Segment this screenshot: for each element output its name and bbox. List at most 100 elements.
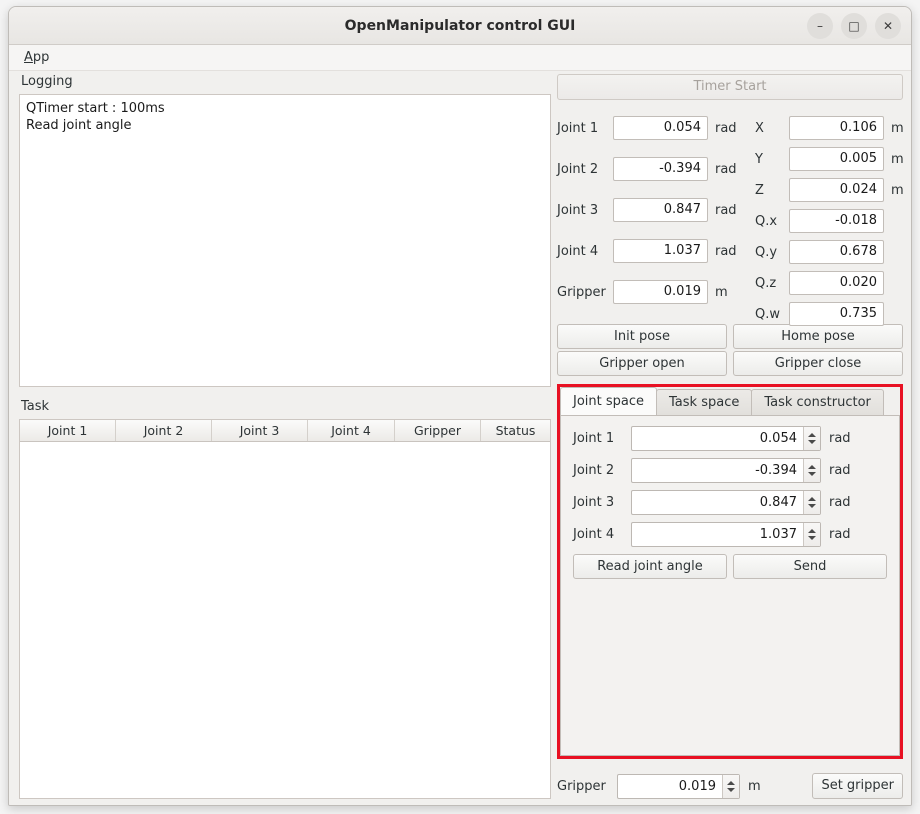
spin-input-joint-3[interactable]: 0.847	[631, 490, 821, 515]
timer-start-button[interactable]: Timer Start	[557, 74, 903, 100]
readout-label-qy: Q.y	[755, 245, 789, 260]
spin-row-joint-1: Joint 1 0.054 rad	[573, 426, 887, 451]
readout-value-gripper: 0.019	[613, 280, 708, 304]
tab-task-constructor[interactable]: Task constructor	[751, 389, 884, 415]
read-joint-angle-button[interactable]: Read joint angle	[573, 554, 727, 579]
home-pose-button[interactable]: Home pose	[733, 324, 903, 349]
chevron-down-icon[interactable]	[808, 536, 816, 540]
tab-joint-space[interactable]: Joint space	[560, 387, 657, 415]
spinner-gripper[interactable]	[722, 775, 739, 798]
spin-value-joint-4: 1.037	[632, 527, 803, 542]
minimize-icon[interactable]: –	[807, 13, 833, 39]
spin-input-joint-4[interactable]: 1.037	[631, 522, 821, 547]
main-content: Logging QTimer start : 100ms Read joint …	[9, 71, 911, 806]
chevron-up-icon[interactable]	[727, 781, 735, 785]
pose-button-row-1: Init pose Home pose	[557, 324, 903, 349]
gripper-value-input[interactable]: 0.019	[617, 774, 740, 799]
spinner-joint-1[interactable]	[803, 427, 820, 450]
readout-value-z: 0.024	[789, 178, 884, 202]
spin-label-joint-2: Joint 2	[573, 463, 631, 478]
chevron-down-icon[interactable]	[808, 440, 816, 444]
title-bar: OpenManipulator control GUI – □ ✕	[9, 7, 911, 45]
logging-output[interactable]: QTimer start : 100ms Read joint angle	[19, 94, 551, 387]
readout-label-joint-3: Joint 3	[557, 203, 613, 218]
readout-unit-joint-2: rad	[715, 162, 737, 177]
readout-label-joint-1: Joint 1	[557, 121, 613, 136]
column-header-joint-4[interactable]: Joint 4	[308, 420, 395, 441]
gripper-close-button[interactable]: Gripper close	[733, 351, 903, 376]
chevron-up-icon[interactable]	[808, 529, 816, 533]
readout-row-joint-2: Joint 2 -0.394 rad	[557, 157, 737, 181]
right-panel: Timer Start Joint 1 0.054 rad Joint 2 -0…	[557, 74, 903, 802]
spin-value-joint-2: -0.394	[632, 463, 803, 478]
readout-label-y: Y	[755, 152, 789, 167]
readout-row-joint-4: Joint 4 1.037 rad	[557, 239, 737, 263]
readout-unit-joint-3: rad	[715, 203, 737, 218]
readout-unit-z: m	[891, 183, 904, 198]
chevron-up-icon[interactable]	[808, 497, 816, 501]
send-button[interactable]: Send	[733, 554, 887, 579]
readout-label-z: Z	[755, 183, 789, 198]
readout-value-qy: 0.678	[789, 240, 884, 264]
set-gripper-button[interactable]: Set gripper	[812, 773, 903, 799]
control-tab-widget: Joint space Task space Task constructor …	[557, 384, 903, 759]
task-section: Task Joint 1 Joint 2 Joint 3 Joint 4 Gri…	[19, 399, 551, 799]
spinner-joint-2[interactable]	[803, 459, 820, 482]
spin-value-joint-1: 0.054	[632, 431, 803, 446]
readout-value-joint-2: -0.394	[613, 157, 708, 181]
task-table-header: Joint 1 Joint 2 Joint 3 Joint 4 Gripper …	[20, 420, 550, 442]
maximize-icon[interactable]: □	[841, 13, 867, 39]
tab-pane-joint-space: Joint 1 0.054 rad Joint 2	[560, 415, 900, 756]
spin-input-joint-2[interactable]: -0.394	[631, 458, 821, 483]
task-table[interactable]: Joint 1 Joint 2 Joint 3 Joint 4 Gripper …	[19, 419, 551, 799]
spin-label-joint-4: Joint 4	[573, 527, 631, 542]
menu-item-app[interactable]: App	[19, 48, 54, 67]
readout-value-joint-3: 0.847	[613, 198, 708, 222]
spinner-joint-3[interactable]	[803, 491, 820, 514]
tab-task-space[interactable]: Task space	[656, 389, 752, 415]
column-header-gripper[interactable]: Gripper	[395, 420, 481, 441]
column-header-joint-1[interactable]: Joint 1	[20, 420, 116, 441]
readout-unit-x: m	[891, 121, 904, 136]
close-icon[interactable]: ✕	[875, 13, 901, 39]
readout-row-qz: Q.z 0.020	[755, 271, 891, 295]
readout-label-joint-2: Joint 2	[557, 162, 613, 177]
spin-label-joint-1: Joint 1	[573, 431, 631, 446]
readout-row-qx: Q.x -0.018	[755, 209, 891, 233]
window-title: OpenManipulator control GUI	[9, 7, 911, 45]
spin-input-joint-1[interactable]: 0.054	[631, 426, 821, 451]
readout-row-joint-3: Joint 3 0.847 rad	[557, 198, 737, 222]
chevron-up-icon[interactable]	[808, 465, 816, 469]
chevron-down-icon[interactable]	[808, 504, 816, 508]
readout-unit-gripper: m	[715, 285, 728, 300]
readout-value-qx: -0.018	[789, 209, 884, 233]
application-window: OpenManipulator control GUI – □ ✕ App Lo…	[8, 6, 912, 806]
init-pose-button[interactable]: Init pose	[557, 324, 727, 349]
spin-unit-joint-4: rad	[829, 527, 851, 542]
spin-row-joint-3: Joint 3 0.847 rad	[573, 490, 887, 515]
readout-label-qw: Q.w	[755, 307, 789, 322]
readout-value-joint-1: 0.054	[613, 116, 708, 140]
task-table-body	[20, 442, 550, 799]
readout-value-joint-4: 1.037	[613, 239, 708, 263]
chevron-up-icon[interactable]	[808, 433, 816, 437]
readout-row-qw: Q.w 0.735	[755, 302, 891, 326]
column-header-joint-3[interactable]: Joint 3	[212, 420, 308, 441]
spinner-joint-4[interactable]	[803, 523, 820, 546]
chevron-down-icon[interactable]	[727, 788, 735, 792]
chevron-down-icon[interactable]	[808, 472, 816, 476]
readout-row-qy: Q.y 0.678	[755, 240, 891, 264]
spin-row-joint-4: Joint 4 1.037 rad	[573, 522, 887, 547]
column-header-status[interactable]: Status	[481, 420, 550, 441]
menu-item-app-rest: pp	[33, 50, 50, 65]
column-header-joint-2[interactable]: Joint 2	[116, 420, 212, 441]
gripper-open-button[interactable]: Gripper open	[557, 351, 727, 376]
log-line: Read joint angle	[26, 117, 544, 134]
readout-row-x: X 0.106 m	[755, 116, 904, 140]
state-readout: Joint 1 0.054 rad Joint 2 -0.394 rad Joi…	[557, 110, 903, 322]
gripper-bar: Gripper 0.019 m Set gripper	[557, 772, 903, 800]
readout-label-joint-4: Joint 4	[557, 244, 613, 259]
readout-value-qw: 0.735	[789, 302, 884, 326]
readout-value-qz: 0.020	[789, 271, 884, 295]
task-label: Task	[21, 399, 551, 415]
